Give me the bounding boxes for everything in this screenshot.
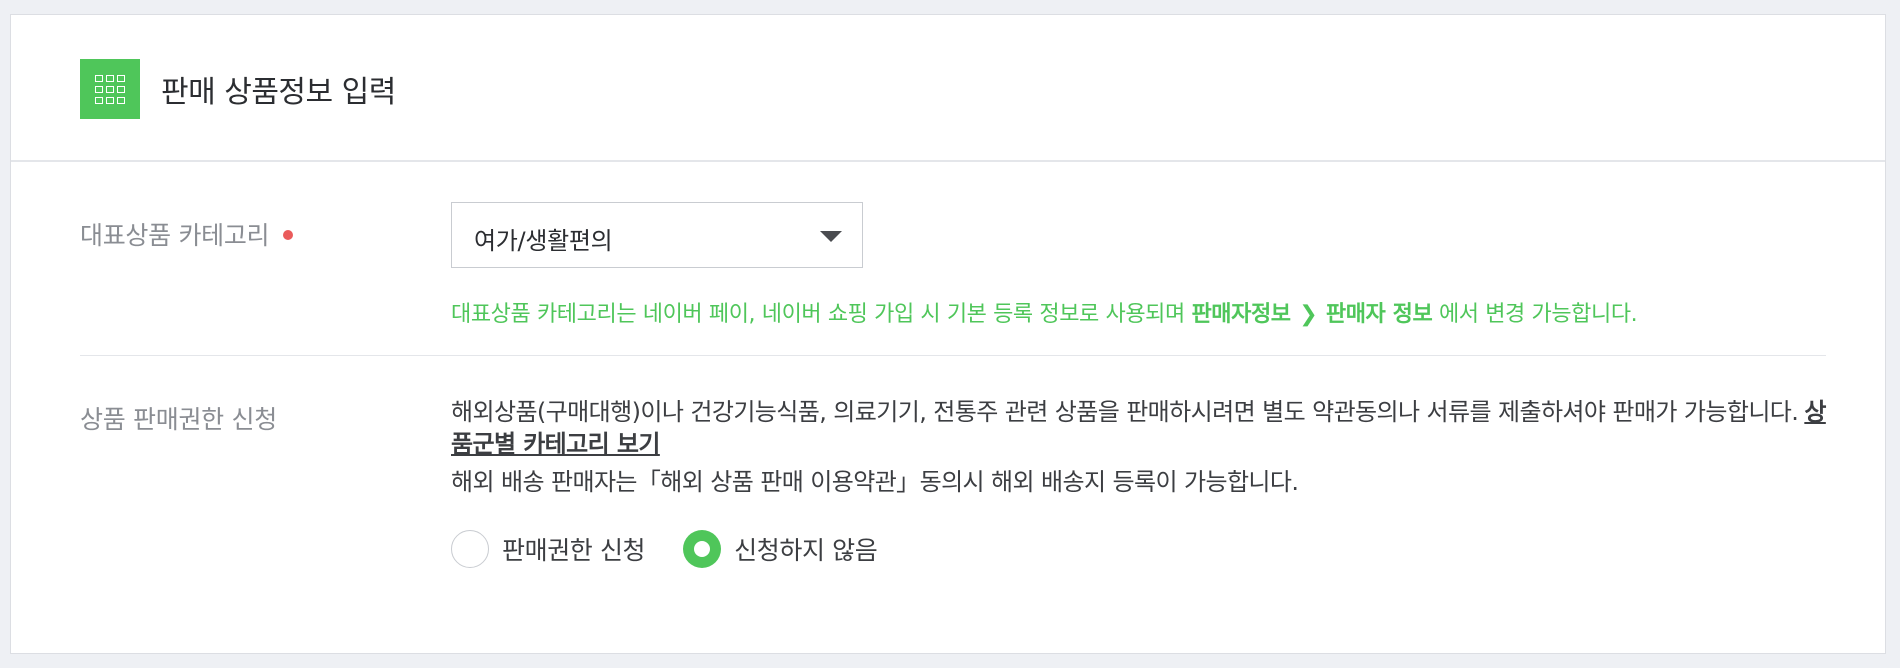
permission-radio-group: 판매권한 신청 신청하지 않음 xyxy=(451,530,915,568)
category-label: 대표상품 카테고리 xyxy=(80,221,270,250)
permission-description-wrap: 해외상품(구매대행)이나 건강기능식품, 의료기기, 전통주 관련 상품을 판매… xyxy=(451,396,1831,460)
permission-description: 해외상품(구매대행)이나 건강기능식품, 의료기기, 전통주 관련 상품을 판매… xyxy=(451,398,1799,426)
chevron-right-icon: ❯ xyxy=(1299,302,1318,327)
category-notice: 대표상품 카테고리는 네이버 페이, 네이버 쇼핑 가입 시 기본 등록 정보로… xyxy=(451,296,1638,328)
radio-not-apply[interactable]: 신청하지 않음 xyxy=(683,530,878,568)
product-info-panel: 판매 상품정보 입력 대표상품 카테고리 여가/생활편의 대표상품 카테고리는 … xyxy=(10,14,1886,654)
radio-button-unchecked[interactable] xyxy=(451,530,489,568)
permission-row: 상품 판매권한 신청 해외상품(구매대행)이나 건강기능식품, 의료기기, 전통… xyxy=(11,356,1885,656)
category-select-value: 여가/생활편의 xyxy=(474,227,613,255)
notice-suffix: 에서 변경 가능합니다. xyxy=(1438,302,1638,327)
notice-path-part2: 판매자 정보 xyxy=(1325,302,1433,327)
chevron-down-icon xyxy=(820,231,842,242)
required-indicator xyxy=(283,230,294,240)
panel-header: 판매 상품정보 입력 xyxy=(11,15,1885,162)
permission-label: 상품 판매권한 신청 xyxy=(80,405,277,434)
overseas-notice: 해외 배송 판매자는「해외 상품 판매 이용약관」동의시 해외 배송지 등록이 … xyxy=(451,468,1299,496)
notice-prefix: 대표상품 카테고리는 네이버 페이, 네이버 쇼핑 가입 시 기본 등록 정보로… xyxy=(451,302,1185,327)
category-select[interactable]: 여가/생활편의 xyxy=(451,202,863,268)
radio-apply-permission[interactable]: 판매권한 신청 xyxy=(451,530,646,568)
radio-button-checked[interactable] xyxy=(683,530,722,568)
radio-apply-label: 판매권한 신청 xyxy=(502,536,646,565)
radio-not-apply-label: 신청하지 않음 xyxy=(734,536,878,565)
notice-path-part1: 판매자정보 xyxy=(1191,302,1291,327)
permission-description-block: 해외상품(구매대행)이나 건강기능식품, 의료기기, 전통주 관련 상품을 판매… xyxy=(451,396,1831,498)
category-row: 대표상품 카테고리 여가/생활편의 대표상품 카테고리는 네이버 페이, 네이버… xyxy=(11,162,1885,356)
grid-icon xyxy=(80,59,140,119)
page-title: 판매 상품정보 입력 xyxy=(161,75,396,110)
category-label-wrap: 대표상품 카테고리 xyxy=(80,216,294,252)
